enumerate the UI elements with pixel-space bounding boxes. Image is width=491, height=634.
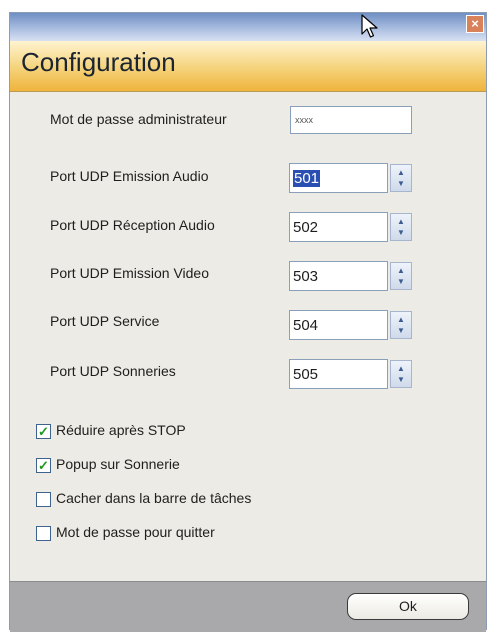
- port-emission-audio-field[interactable]: 501: [289, 163, 388, 193]
- spinner-arrows-icon: ▲ ▼: [397, 315, 405, 335]
- port-emission-audio-label: Port UDP Emission Audio: [50, 168, 209, 184]
- reduce-after-stop-checkbox[interactable]: ✓: [36, 424, 51, 439]
- port-reception-audio-label: Port UDP Réception Audio: [50, 217, 215, 233]
- reduce-after-stop-label[interactable]: Réduire après STOP: [56, 422, 186, 438]
- port-sonneries-value: 505: [293, 366, 319, 383]
- port-service-value: 504: [293, 317, 319, 334]
- hide-in-taskbar-checkbox[interactable]: [36, 492, 51, 507]
- port-reception-audio-spinner[interactable]: ▲ ▼: [390, 213, 412, 241]
- spinner-arrows-icon: ▲ ▼: [397, 266, 405, 286]
- close-button[interactable]: ×: [466, 15, 484, 33]
- title-bar[interactable]: ×: [10, 13, 486, 41]
- configuration-dialog: × Configuration Mot de passe administrat…: [9, 12, 487, 632]
- ok-button[interactable]: Ok: [347, 593, 469, 620]
- hide-in-taskbar-label[interactable]: Cacher dans la barre de tâches: [56, 490, 251, 506]
- dialog-header: Configuration: [10, 41, 486, 92]
- password-to-quit-checkbox[interactable]: [36, 526, 51, 541]
- port-reception-audio-value: 502: [293, 219, 319, 236]
- checkmark-icon: ✓: [38, 424, 49, 439]
- port-sonneries-spinner[interactable]: ▲ ▼: [390, 360, 412, 388]
- port-service-spinner[interactable]: ▲ ▼: [390, 311, 412, 339]
- spinner-arrows-icon: ▲ ▼: [397, 168, 405, 188]
- port-sonneries-label: Port UDP Sonneries: [50, 363, 176, 379]
- port-emission-video-value: 503: [293, 268, 319, 285]
- popup-on-ring-checkbox[interactable]: ✓: [36, 458, 51, 473]
- port-emission-video-field[interactable]: 503: [289, 261, 388, 291]
- checkmark-icon: ✓: [38, 458, 49, 473]
- admin-password-label: Mot de passe administrateur: [50, 111, 227, 127]
- port-emission-video-label: Port UDP Emission Video: [50, 265, 209, 281]
- password-to-quit-label[interactable]: Mot de passe pour quitter: [56, 524, 215, 540]
- port-service-field[interactable]: 504: [289, 310, 388, 340]
- dialog-footer: Ok: [10, 581, 486, 632]
- port-emission-video-spinner[interactable]: ▲ ▼: [390, 262, 412, 290]
- dialog-title: Configuration: [21, 47, 176, 77]
- port-sonneries-field[interactable]: 505: [289, 359, 388, 389]
- port-emission-audio-spinner[interactable]: ▲ ▼: [390, 164, 412, 192]
- port-emission-audio-value: 501: [293, 170, 321, 187]
- popup-on-ring-label[interactable]: Popup sur Sonnerie: [56, 456, 180, 472]
- admin-password-field[interactable]: xxxx: [290, 106, 412, 134]
- mouse-pointer-icon: [361, 14, 378, 38]
- close-icon: ×: [471, 16, 479, 31]
- port-service-label: Port UDP Service: [50, 313, 160, 329]
- port-reception-audio-field[interactable]: 502: [289, 212, 388, 242]
- spinner-arrows-icon: ▲ ▼: [397, 217, 405, 237]
- spinner-arrows-icon: ▲ ▼: [397, 364, 405, 384]
